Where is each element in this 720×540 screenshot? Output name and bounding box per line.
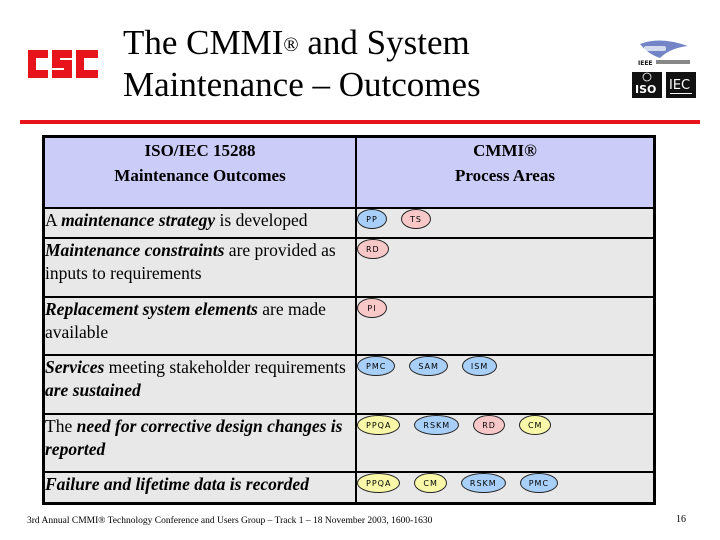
- process-area-badge-cm: CM: [518, 414, 552, 435]
- process-area-badge-ism: ISM: [461, 356, 498, 377]
- process-area-badge-rskm: RSKM: [460, 473, 506, 494]
- outcome-emphasis: Maintenance constraints: [45, 240, 225, 261]
- svg-text:IEEE: IEEE: [638, 60, 653, 67]
- svg-text:IEC: IEC: [669, 78, 690, 93]
- process-area-badge-rskm: RSKM: [414, 414, 460, 435]
- process-area-badge-sam: SAM: [409, 356, 448, 377]
- process-area-badge-pmc: PMC: [519, 473, 559, 494]
- process-areas-cell: PI: [355, 295, 656, 357]
- table-row: Replacement system elements are made ava…: [42, 295, 656, 357]
- process-area-badge-pp: PP: [357, 208, 387, 229]
- slide-title: The CMMI® and System Maintenance – Outco…: [123, 23, 481, 104]
- table-row: The need for corrective design changes i…: [42, 412, 656, 474]
- header-outcomes: ISO/IEC 15288 Maintenance Outcomes: [42, 135, 357, 209]
- outcome-cell: Maintenance constraints are provided as …: [42, 237, 357, 298]
- outcome-emphasis: are sustained: [45, 380, 141, 401]
- outcome-emphasis: maintenance strategy: [61, 209, 216, 230]
- standards-logos: IEEE ISO IEC: [632, 40, 696, 98]
- process-area-badge-rd: RD: [357, 239, 389, 260]
- csc-logo: [28, 50, 98, 78]
- table-row: Maintenance constraints are provided as …: [42, 237, 656, 298]
- table-row: Failure and lifetime data is recorded PPQ…: [42, 471, 656, 505]
- process-area-badge-cm: CM: [414, 473, 447, 494]
- svg-text:ISO: ISO: [635, 83, 656, 96]
- table-header-row: ISO/IEC 15288 Maintenance Outcomes CMMI®…: [42, 135, 656, 209]
- process-areas-cell: PP TS: [355, 206, 656, 240]
- process-areas-cell: RD: [355, 237, 656, 298]
- outcome-cell: Replacement system elements are made ava…: [42, 295, 357, 357]
- process-area-badge-pi: PI: [357, 297, 387, 318]
- outcome-cell: Services meeting stakeholder requirement…: [42, 354, 357, 415]
- process-areas-cell: PPQA RSKM RD CM: [355, 412, 656, 474]
- process-area-badge-ts: TS: [401, 208, 431, 229]
- ieee-computer-society-logo: IEEE: [638, 40, 690, 67]
- outcome-text: is developed: [215, 209, 308, 230]
- outcome-cell: The need for corrective design changes i…: [42, 412, 357, 474]
- outcome-text: A: [45, 209, 62, 230]
- process-area-badge-pmc: PMC: [357, 356, 396, 377]
- page-number: 16: [676, 514, 686, 525]
- table-row: Services meeting stakeholder requirement…: [42, 354, 656, 415]
- outcome-emphasis: need for corrective design changes is re…: [45, 415, 343, 459]
- process-areas-cell: PMC SAM ISM: [355, 354, 656, 415]
- outcome-text: The: [45, 415, 77, 436]
- outcome-cell: A maintenance strategy is developed: [42, 206, 357, 240]
- outcomes-table: ISO/IEC 15288 Maintenance Outcomes CMMI®…: [42, 135, 656, 505]
- title-divider: [20, 120, 700, 124]
- footer-text: 3rd Annual CMMI® Technology Conference a…: [27, 516, 433, 526]
- header-process-areas: CMMI® Process Areas: [355, 135, 656, 209]
- table-row: A maintenance strategy is developed PP TS: [42, 206, 656, 240]
- iso-logo: ISO: [632, 72, 662, 98]
- outcome-text: meeting stakeholder requirements: [104, 357, 346, 378]
- iec-logo: IEC: [666, 72, 696, 98]
- process-area-badge-ppqa: PPQA: [357, 414, 401, 435]
- process-area-badge-ppqa: PPQA: [357, 473, 401, 494]
- process-area-badge-rd: RD: [473, 414, 505, 435]
- outcome-emphasis: Services: [45, 357, 105, 378]
- outcome-emphasis: Failure and lifetime data is recorded: [45, 474, 309, 495]
- outcome-cell: Failure and lifetime data is recorded: [42, 471, 357, 505]
- outcome-emphasis: Replacement system elements: [45, 298, 258, 319]
- process-areas-cell: PPQA CM RSKM PMC: [355, 471, 656, 505]
